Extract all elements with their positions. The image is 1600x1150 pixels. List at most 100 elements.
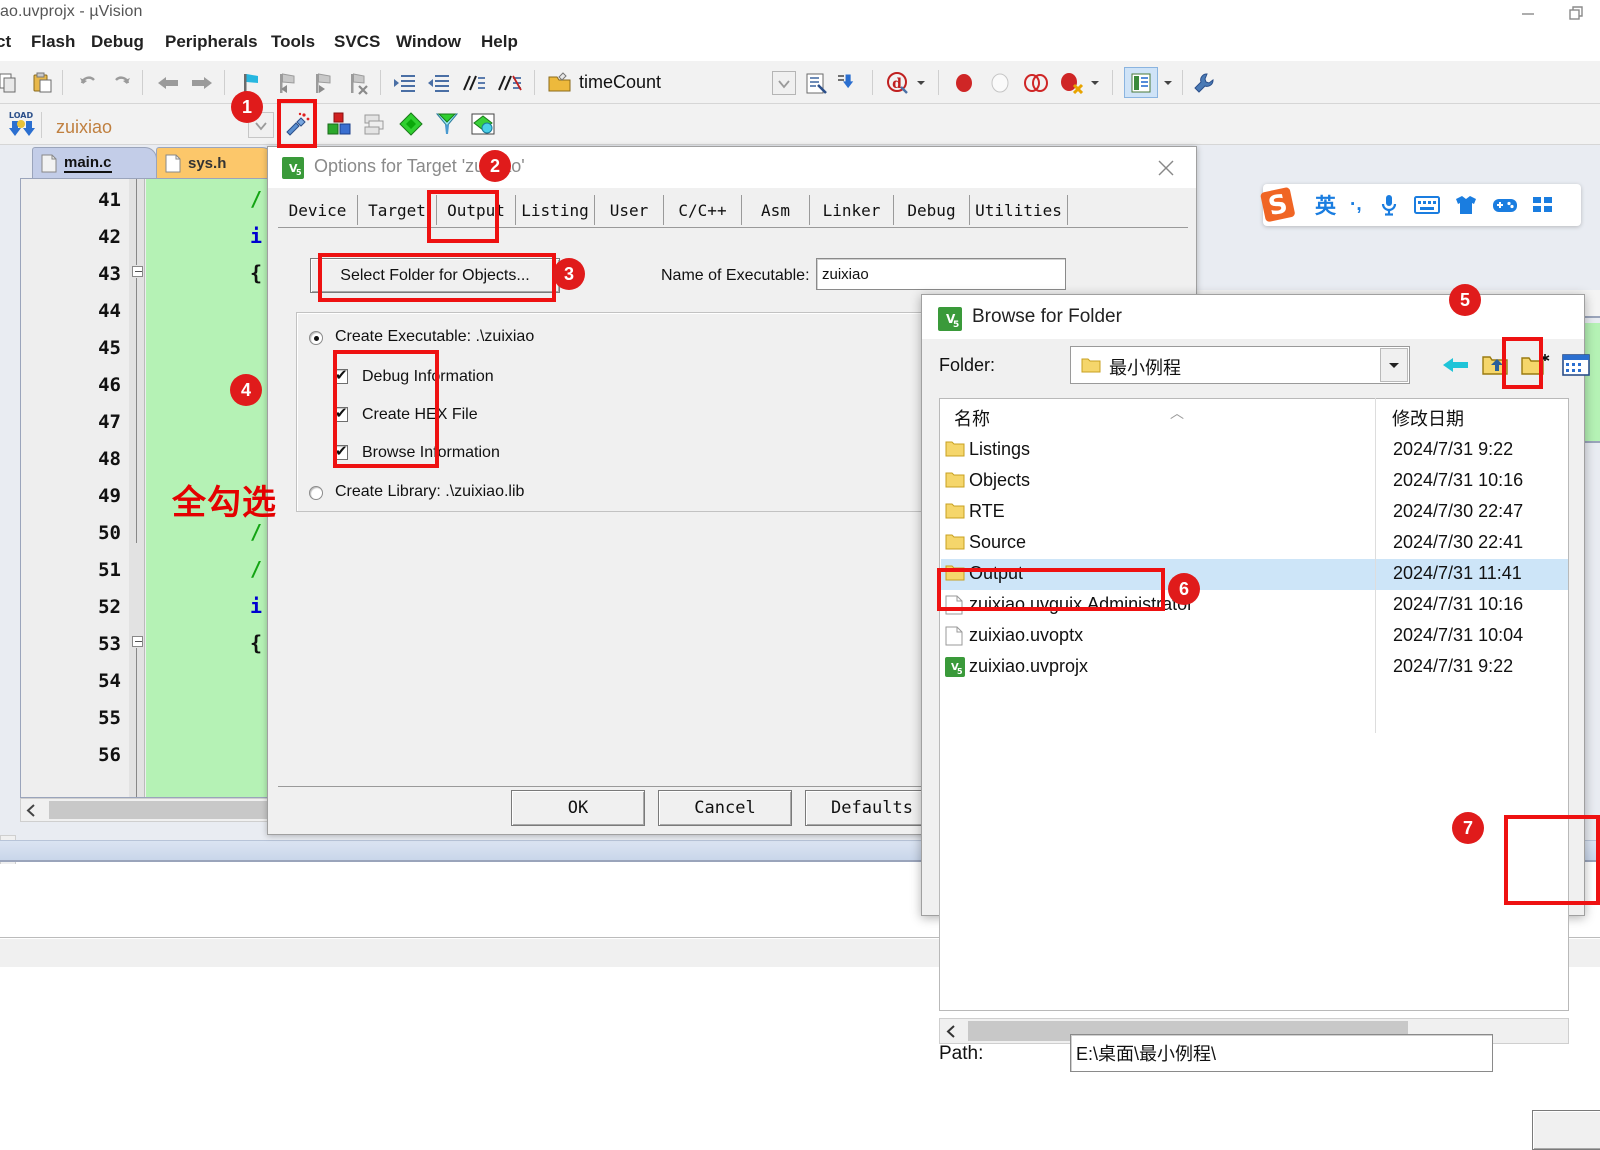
translate-icon[interactable] xyxy=(394,108,428,139)
list-item[interactable]: RTE 2024/7/30 22:47 xyxy=(941,497,1568,528)
restore-icon[interactable] xyxy=(1552,0,1600,28)
chevron-down-icon[interactable] xyxy=(1380,348,1408,382)
list-item[interactable]: V5 zuixiao.uvprojx 2024/7/31 9:22 xyxy=(941,652,1568,683)
close-icon[interactable] xyxy=(1142,151,1190,184)
column-header-name[interactable]: 名称 xyxy=(954,405,990,431)
menu-bar: ct Flash Debug Peripherals Tools SVCS Wi… xyxy=(0,28,1600,60)
cancel-button[interactable]: Cancel xyxy=(658,790,792,826)
name-of-executable-input[interactable]: zuixiao xyxy=(816,258,1066,290)
indent-decrease-icon[interactable] xyxy=(423,67,455,98)
chevron-down-icon[interactable] xyxy=(1160,67,1176,98)
menu-item-help[interactable]: Help xyxy=(481,32,518,52)
configure-icon[interactable] xyxy=(1188,67,1220,98)
ok-button[interactable]: OK xyxy=(511,790,645,826)
bookmark-prev-icon[interactable] xyxy=(270,67,302,98)
tab-listing[interactable]: Listing xyxy=(516,195,595,225)
menu-item-window[interactable]: Window xyxy=(396,32,461,52)
target-options-icon[interactable] xyxy=(800,67,832,98)
sogou-ime-bar[interactable]: S 英 ·, xyxy=(1260,184,1581,226)
toolbar-separator xyxy=(1182,70,1183,95)
insert-breakpoint-icon[interactable]: d xyxy=(882,67,914,98)
kill-breakpoints-icon[interactable] xyxy=(1056,67,1088,98)
back-arrow-icon[interactable] xyxy=(1438,347,1474,383)
breakpoint-disable-icon[interactable] xyxy=(1020,67,1052,98)
indent-increase-icon[interactable] xyxy=(389,67,421,98)
tab-user[interactable]: User xyxy=(595,195,664,225)
comment-icon[interactable] xyxy=(458,67,490,98)
tab-cpp[interactable]: C/C++ xyxy=(664,195,742,225)
create-executable-radio[interactable] xyxy=(309,331,323,345)
paste-icon[interactable] xyxy=(27,67,59,98)
line-number: 43 xyxy=(98,263,121,285)
scroll-thumb[interactable] xyxy=(49,801,271,819)
build-target-icon[interactable] xyxy=(322,108,356,139)
column-header-date[interactable]: 修改日期 xyxy=(1392,405,1464,431)
file-date: 2024/7/31 9:22 xyxy=(1393,656,1514,676)
column-divider xyxy=(1375,398,1376,733)
tab-utilities[interactable]: Utilities xyxy=(970,195,1068,225)
batch-build-icon[interactable] xyxy=(358,108,392,139)
tab-debug[interactable]: Debug xyxy=(894,195,970,225)
menu-item-debug[interactable]: Debug xyxy=(91,32,144,52)
open-file-icon[interactable] xyxy=(544,67,576,98)
chevron-down-icon[interactable] xyxy=(913,67,929,98)
navigate-forward-icon[interactable] xyxy=(186,67,218,98)
apps-icon[interactable] xyxy=(1532,195,1554,215)
tab-asm[interactable]: Asm xyxy=(742,195,810,225)
redo-icon[interactable] xyxy=(106,67,138,98)
microphone-icon[interactable] xyxy=(1378,193,1400,217)
skin-icon[interactable] xyxy=(1454,194,1478,216)
list-item[interactable]: Listings 2024/7/31 9:22 xyxy=(941,435,1568,466)
list-item[interactable]: Source 2024/7/30 22:41 xyxy=(941,528,1568,559)
uncomment-icon[interactable] xyxy=(494,67,526,98)
bookmarks-list-icon[interactable] xyxy=(1124,67,1158,98)
create-library-radio[interactable] xyxy=(309,486,323,500)
tab-target[interactable]: Target xyxy=(358,195,437,225)
bookmark-clear-icon[interactable] xyxy=(342,67,374,98)
build-icon[interactable] xyxy=(430,108,464,139)
defaults-button[interactable]: Defaults xyxy=(805,790,939,826)
navigate-back-icon[interactable] xyxy=(152,67,184,98)
menu-item-tools[interactable]: Tools xyxy=(271,32,315,52)
tab-sys-h[interactable]: sys.h xyxy=(156,147,274,179)
breakpoint-empty-icon[interactable] xyxy=(984,67,1016,98)
folder-file-list[interactable]: 名称 修改日期 ︿ Listings 2024/7/31 9:22 Object… xyxy=(939,398,1569,1011)
fold-toggle-43[interactable] xyxy=(132,266,143,277)
fold-toggle-53[interactable] xyxy=(132,636,143,647)
ime-punctuation-toggle[interactable]: ·, xyxy=(1350,194,1362,216)
copy-icon[interactable] xyxy=(0,67,24,98)
list-item[interactable]: Objects 2024/7/31 10:16 xyxy=(941,466,1568,497)
undo-icon[interactable] xyxy=(72,67,104,98)
tab-linker[interactable]: Linker xyxy=(810,195,894,225)
game-icon[interactable] xyxy=(1492,195,1518,215)
target-selector-dropdown[interactable] xyxy=(772,71,796,95)
editor-hscrollbar[interactable] xyxy=(20,798,275,822)
browse-ok-button[interactable] xyxy=(1532,1110,1600,1150)
menu-item-flash[interactable]: Flash xyxy=(31,32,75,52)
view-list-icon[interactable] xyxy=(1558,347,1594,383)
path-label: Path: xyxy=(939,1043,984,1064)
find-in-files-icon[interactable] xyxy=(833,67,865,98)
breakpoint-set-icon[interactable] xyxy=(948,67,980,98)
path-input[interactable]: E:\桌面\最小例程\ xyxy=(1070,1034,1493,1072)
menu-item-peripherals[interactable]: Peripherals xyxy=(165,32,258,52)
list-item[interactable]: zuixiao.uvoptx 2024/7/31 10:04 xyxy=(941,621,1568,652)
rebuild-icon[interactable] xyxy=(466,108,500,139)
line-number: 56 xyxy=(98,744,121,766)
menu-item-svcs[interactable]: SVCS xyxy=(334,32,380,52)
minimize-icon[interactable] xyxy=(1504,0,1552,28)
file-date: 2024/7/31 10:16 xyxy=(1393,594,1524,614)
folder-combobox-value: 最小例程 xyxy=(1081,354,1181,380)
code-fold-column[interactable] xyxy=(129,179,145,797)
keyboard-icon[interactable] xyxy=(1413,195,1440,215)
ime-mode-label[interactable]: 英 xyxy=(1315,190,1336,220)
annotation-badge-7: 7 xyxy=(1452,812,1484,844)
tab-device[interactable]: Device xyxy=(278,195,358,225)
tab-main-c[interactable]: main.c xyxy=(32,147,157,179)
chevron-down-icon[interactable] xyxy=(1087,67,1103,98)
bookmark-next-icon[interactable] xyxy=(306,67,338,98)
menu-item-project[interactable]: ct xyxy=(0,32,11,52)
load-icon[interactable]: LOAD xyxy=(5,108,37,139)
scroll-left-icon xyxy=(946,1024,955,1038)
folder-combobox[interactable]: 最小例程 xyxy=(1070,346,1410,384)
